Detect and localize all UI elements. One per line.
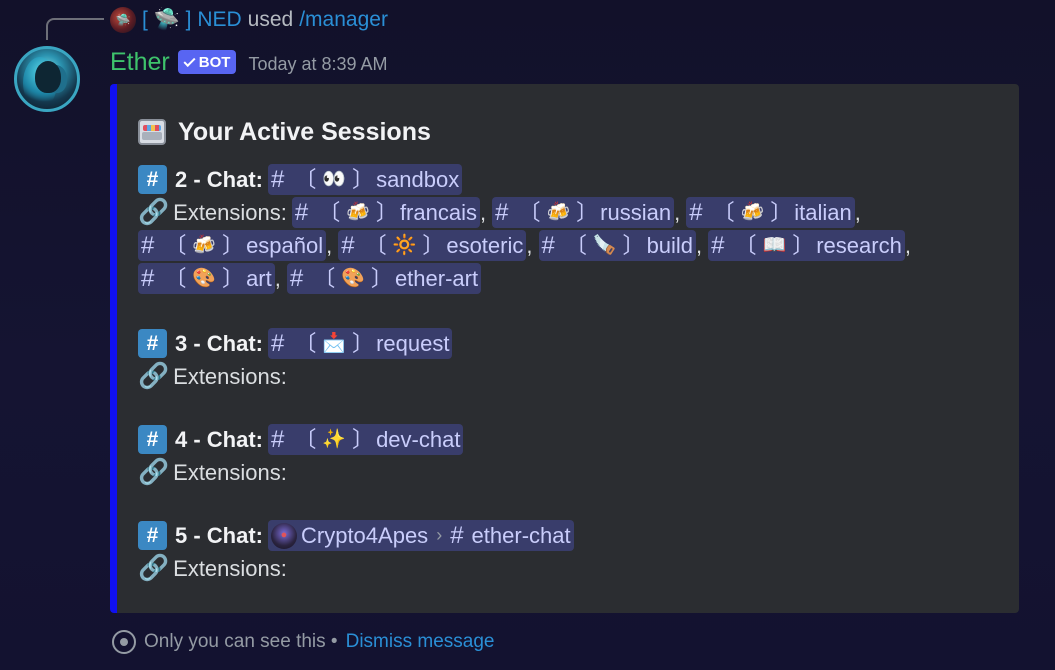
dismiss-message-link[interactable]: Dismiss message xyxy=(346,631,495,653)
username[interactable]: Ether xyxy=(110,48,170,77)
bot-tag: BOT xyxy=(177,50,237,74)
session-3-extensions: 🔗 Extensions: xyxy=(138,360,1019,393)
channel-name: sandbox xyxy=(376,167,460,192)
hash-keycap-icon: # xyxy=(138,165,167,194)
open-book-emoji: 📖 xyxy=(762,235,787,256)
session-2-extensions-row-2: # 〔 🍻 〕 español , # 〔 🔆 〕 esoteric , # 〔… xyxy=(138,229,1019,262)
session-4-chat: # 4 - Chat: # 〔 ✨ 〕 dev-chat xyxy=(138,423,1019,456)
channel-mention-italian[interactable]: # 〔 🍻 〕 italian xyxy=(686,197,855,228)
session-2-extensions-row-1: 🔗 Extensions: # 〔 🍻 〕 francais , # 〔 🍻 〕… xyxy=(138,196,1019,229)
channel-mention-build[interactable]: # 〔 🪚 〕 build xyxy=(538,230,697,261)
palette-emoji: 🎨 xyxy=(341,268,365,289)
beer-mugs-emoji: 🍻 xyxy=(346,202,370,223)
inbox-emoji: 📩 xyxy=(322,333,347,354)
reply-context[interactable]: 🛸 [ 🛸 ] NED used /manager xyxy=(110,6,388,34)
extensions-label: Extensions: xyxy=(173,556,287,581)
reply-used-text: used xyxy=(247,8,294,31)
channel-mention-research[interactable]: # 〔 📖 〕 research xyxy=(708,230,905,261)
link-icon: 🔗 xyxy=(138,554,170,582)
chevron-right-icon: › xyxy=(436,525,443,545)
saw-emoji: 🪚 xyxy=(592,235,617,256)
embed-title: Your Active Sessions xyxy=(138,114,1019,150)
guild-name: Crypto4Apes xyxy=(301,523,429,548)
eye-icon xyxy=(112,630,136,654)
channel-mention-russian[interactable]: # 〔 🍻 〕 russian xyxy=(492,197,675,228)
session-5-chat: # 5 - Chat: ● Crypto4Apes › # ether-chat xyxy=(138,519,1019,552)
extensions-label: Extensions: xyxy=(173,460,287,485)
link-icon: 🔗 xyxy=(138,362,170,390)
replied-user-avatar[interactable]: 🛸 xyxy=(110,7,136,33)
chat-label: 2 - Chat: xyxy=(175,167,263,192)
sparkles-emoji: ✨ xyxy=(322,429,347,450)
channel-mention-request[interactable]: # 〔 📩 〕 request xyxy=(268,328,453,359)
link-icon: 🔗 xyxy=(138,458,170,486)
hash-keycap-icon: # xyxy=(138,521,167,550)
guild-icon: ● xyxy=(271,522,297,549)
card-file-box-icon xyxy=(138,119,166,145)
hash-keycap-icon: # xyxy=(138,329,167,358)
extensions-label: Extensions: xyxy=(173,200,287,225)
channel-mention-art[interactable]: # 〔 🎨 〕 art xyxy=(138,263,275,294)
session-4-extensions: 🔗 Extensions: xyxy=(138,456,1019,489)
ephemeral-notice: Only you can see this • Dismiss message xyxy=(112,630,494,654)
session-5-extensions: 🔗 Extensions: xyxy=(138,552,1019,585)
channel-mention-ether-art[interactable]: # 〔 🎨 〕 ether-art xyxy=(286,263,482,294)
channel-mention-esoteric[interactable]: # 〔 🔆 〕 esoteric xyxy=(338,230,527,261)
channel-mention-espanol[interactable]: # 〔 🍻 〕 español xyxy=(138,230,327,261)
session-3-chat: # 3 - Chat: # 〔 📩 〕 request xyxy=(138,327,1019,360)
beer-mugs-emoji: 🍻 xyxy=(740,202,765,223)
beer-mugs-emoji: 🍻 xyxy=(192,235,217,256)
beer-mugs-emoji: 🍻 xyxy=(546,202,571,223)
channel-mention-sandbox[interactable]: # 〔 👀 〕 sandbox xyxy=(268,164,463,195)
chat-label: 5 - Chat: xyxy=(175,523,263,548)
message-header: Ether BOT Today at 8:39 AM xyxy=(110,46,388,78)
hash-keycap-icon: # xyxy=(138,425,167,454)
channel-hash-icon: # xyxy=(271,166,285,193)
channel-mention-dev-chat[interactable]: # 〔 ✨ 〕 dev-chat xyxy=(268,424,464,455)
sun-emoji: 🔆 xyxy=(392,235,417,256)
checkmark-icon xyxy=(183,54,196,67)
ephemeral-text: Only you can see this • xyxy=(144,631,338,652)
channel-mention-ether-chat[interactable]: ● Crypto4Apes › # ether-chat xyxy=(268,520,574,551)
link-icon: 🔗 xyxy=(138,198,170,226)
message-timestamp[interactable]: Today at 8:39 AM xyxy=(248,54,387,75)
replied-user-name[interactable]: [ 🛸 ] NED xyxy=(142,8,242,32)
channel-mention-francais[interactable]: # 〔 🍻 〕 francais xyxy=(291,197,480,228)
extensions-label: Extensions: xyxy=(173,364,287,389)
bot-tag-label: BOT xyxy=(198,53,231,71)
bot-avatar[interactable] xyxy=(14,46,80,112)
session-2-extensions-row-3: # 〔 🎨 〕 art , # 〔 🎨 〕 ether-art xyxy=(138,262,1019,295)
sessions-embed: Your Active Sessions # 2 - Chat: # 〔 👀 〕… xyxy=(110,84,1019,613)
embed-title-text: Your Active Sessions xyxy=(178,117,431,146)
chat-label: 3 - Chat: xyxy=(175,331,263,356)
slash-command-link[interactable]: /manager xyxy=(299,8,388,32)
reply-connector xyxy=(46,18,104,40)
chat-label: 4 - Chat: xyxy=(175,427,263,452)
session-2-chat: # 2 - Chat: # 〔 👀 〕 sandbox xyxy=(138,163,1019,196)
palette-emoji: 🎨 xyxy=(192,268,217,289)
eyes-emoji: 👀 xyxy=(322,169,347,190)
